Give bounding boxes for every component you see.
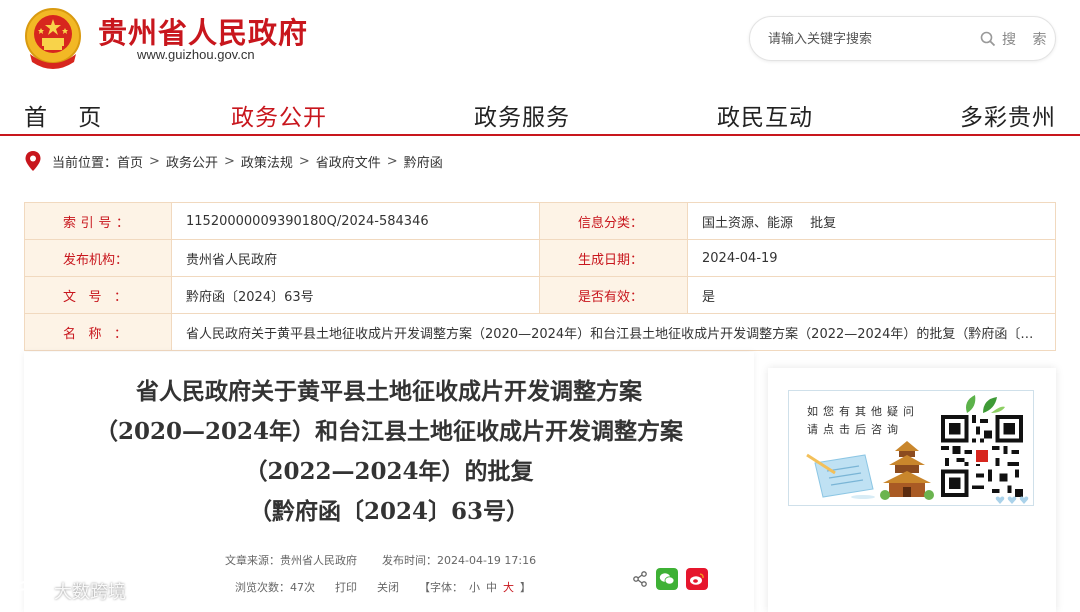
- breadcrumb-home[interactable]: 首页: [117, 152, 143, 171]
- publisher-label: 发布机构：: [24, 239, 172, 277]
- close-button[interactable]: 关闭: [377, 579, 399, 595]
- label-char: 引: [80, 215, 94, 231]
- nav-item-interaction[interactable]: 政民互动: [717, 98, 813, 132]
- document-number-value: 黔府函〔2024〕63号: [171, 276, 540, 314]
- title-line: （2022—2024年）的批复: [244, 458, 534, 485]
- breadcrumb-prefix: 当前位置：: [52, 155, 118, 171]
- nav-item-government-services[interactable]: 政务服务: [474, 98, 570, 132]
- article-title: 省人民政府关于黄平县土地征收成片开发调整方案 （2020—2024年）和台江县土…: [24, 372, 754, 532]
- table-row: 索 引 号 ： 11520000009390180Q/2024-584346 信…: [24, 202, 1056, 240]
- site-header: 贵州省人民政府 www.guizhou.gov.cn 搜 索: [0, 0, 1080, 80]
- font-size-control: 【字体： 小 中 大 】: [419, 579, 531, 595]
- breadcrumb-separator: >: [298, 153, 310, 169]
- publisher-value: 贵州省人民政府: [171, 239, 540, 277]
- hearts-decoration-icon: [995, 496, 1029, 504]
- share-bar: [632, 568, 708, 590]
- search-button[interactable]: 搜 索: [980, 28, 1052, 50]
- publisher-label-text: 发布机构：: [63, 252, 129, 268]
- article-meta: 文章来源：贵州省人民政府 发布时间：2024-04-19 17:16: [225, 552, 536, 568]
- font-size-suffix: 】: [520, 581, 531, 594]
- breadcrumb-separator: >: [223, 153, 235, 169]
- leaf-decoration-icon: [966, 395, 1005, 413]
- sidebar: 如您有其他疑问 请点击后咨询: [768, 368, 1056, 612]
- watermark-logo-icon: [10, 581, 46, 599]
- main-nav: 首 页 政务公开 政务服务 政民互动 多彩贵州: [0, 92, 1080, 136]
- search-icon: [980, 31, 996, 47]
- weibo-share-icon[interactable]: [686, 568, 708, 590]
- breadcrumb-separator: >: [386, 153, 398, 169]
- category-label: 信息分类：: [539, 202, 688, 240]
- date-label: 生成日期：: [539, 239, 688, 277]
- title-line: 省人民政府关于黄平县土地征收成片开发调整方案: [136, 378, 642, 405]
- label-char: ：: [115, 215, 129, 231]
- title-line: （2020—2024年）和台江县土地征收成片开发调整方案: [94, 418, 684, 445]
- font-size-prefix: 【字体：: [419, 581, 463, 594]
- pavilion-illustration-icon: [880, 441, 934, 500]
- article-publish-time: 发布时间：2024-04-19 17:16: [382, 554, 537, 567]
- nav-item-home[interactable]: 首 页: [24, 98, 113, 132]
- breadcrumb-provincial-documents[interactable]: 省政府文件: [316, 152, 381, 171]
- article-tools: 浏览次数：47次 打印 关闭 【字体： 小 中 大 】: [235, 579, 531, 595]
- label-char: 名: [63, 326, 77, 342]
- validity-label-text: 是否有效：: [578, 289, 644, 305]
- share-icon[interactable]: [632, 571, 648, 587]
- font-size-small[interactable]: 小: [469, 579, 480, 595]
- nav-item-government-affairs[interactable]: 政务公开: [231, 98, 327, 132]
- site-name[interactable]: 贵州省人民政府: [98, 10, 308, 52]
- index-number-value: 11520000009390180Q/2024-584346: [171, 202, 540, 240]
- document-info-table: 索 引 号 ： 11520000009390180Q/2024-584346 信…: [24, 202, 1056, 351]
- category-label-text: 信息分类：: [578, 215, 644, 231]
- category-value: 国土资源、能源 批复: [687, 202, 1056, 240]
- document-number-label: 文 号 ：: [24, 276, 172, 314]
- validity-value: 是: [687, 276, 1056, 314]
- title-line: （黔府函〔2024〕63号）: [248, 498, 530, 525]
- name-label: 名 称 ：: [24, 313, 172, 351]
- search-input[interactable]: [768, 29, 968, 49]
- view-count: 浏览次数：47次: [235, 581, 315, 594]
- print-button[interactable]: 打印: [335, 579, 357, 595]
- consultation-banner[interactable]: 如您有其他疑问 请点击后咨询: [788, 390, 1034, 506]
- font-size-medium[interactable]: 中: [486, 579, 497, 595]
- table-row: 发布机构： 贵州省人民政府 生成日期： 2024-04-19: [24, 239, 1056, 277]
- qr-code-icon[interactable]: [941, 415, 1023, 497]
- index-number-label: 索 引 号 ：: [24, 202, 172, 240]
- font-size-large[interactable]: 大: [503, 579, 514, 595]
- label-char: 号: [88, 289, 102, 305]
- site-url: www.guizhou.gov.cn: [137, 47, 255, 62]
- validity-label: 是否有效：: [539, 276, 688, 314]
- search-button-label: 搜 索: [1002, 32, 1053, 48]
- label-char: 文: [63, 289, 77, 305]
- label-char: 称: [88, 326, 102, 342]
- breadcrumb-government-affairs[interactable]: 政务公开: [166, 152, 218, 171]
- label-char: ：: [113, 289, 127, 305]
- wechat-share-icon[interactable]: [656, 568, 678, 590]
- watermark: 大数跨境: [8, 578, 126, 604]
- consultation-line: 请点击后咨询: [807, 423, 903, 436]
- breadcrumb-separator: >: [149, 153, 160, 169]
- nav-item-colorful-guizhou[interactable]: 多彩贵州: [960, 98, 1056, 132]
- label-char: 号: [98, 215, 112, 231]
- national-emblem-icon[interactable]: [22, 6, 84, 70]
- date-label-text: 生成日期：: [578, 252, 644, 268]
- document-name-value: 省人民政府关于黄平县土地征收成片开发调整方案（2020—2024年）和台江县土地…: [171, 313, 1056, 351]
- watermark-text: 大数跨境: [54, 582, 126, 603]
- table-row: 名 称 ： 省人民政府关于黄平县土地征收成片开发调整方案（2020—2024年）…: [24, 313, 1056, 351]
- location-pin-icon: [25, 151, 41, 171]
- date-value: 2024-04-19: [687, 239, 1056, 277]
- article-source: 文章来源：贵州省人民政府: [225, 554, 357, 567]
- label-char: 索: [63, 215, 77, 231]
- consultation-text: 如您有其他疑问 请点击后咨询: [807, 403, 919, 439]
- document-illustration-icon: [806, 453, 875, 499]
- table-row: 文 号 ： 黔府函〔2024〕63号 是否有效： 是: [24, 276, 1056, 314]
- breadcrumb-qianfuhan[interactable]: 黔府函: [404, 152, 443, 171]
- breadcrumb-policies[interactable]: 政策法规: [241, 152, 293, 171]
- label-char: ：: [113, 326, 127, 342]
- consultation-line: 如您有其他疑问: [807, 405, 919, 418]
- breadcrumb: 当前位置： 首页 > 政务公开 > 政策法规 > 省政府文件 > 黔府函: [24, 150, 443, 172]
